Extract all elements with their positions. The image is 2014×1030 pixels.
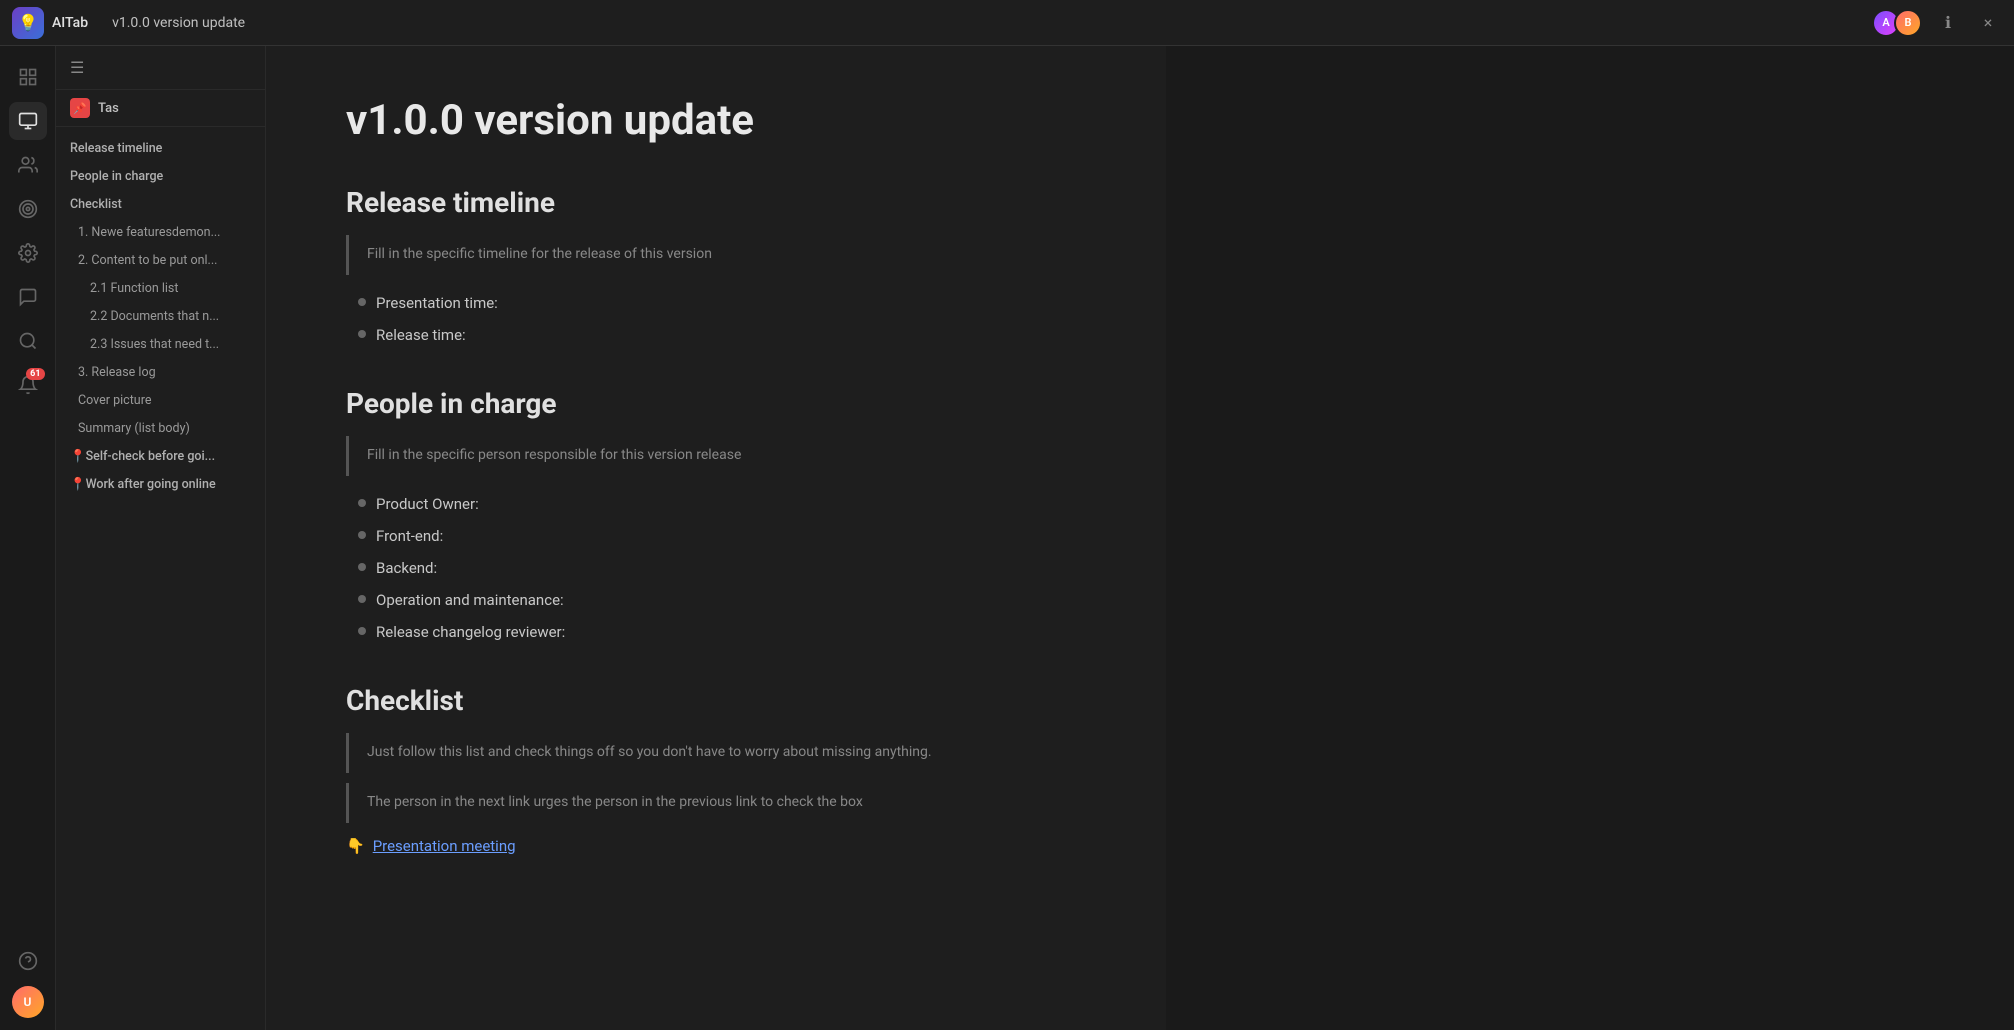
list-item-text: Presentation time: bbox=[376, 291, 498, 315]
bullet-dot bbox=[358, 627, 366, 635]
list-item: Backend: bbox=[358, 552, 1086, 584]
content-area: v1.0.0 version update Release timeline F… bbox=[266, 46, 1166, 1030]
close-icon[interactable]: × bbox=[1974, 9, 2002, 37]
list-item-text: Operation and maintenance: bbox=[376, 588, 564, 612]
checklist-presentation-meeting[interactable]: 👇 Presentation meeting bbox=[346, 833, 1086, 859]
sidebar-workspace[interactable]: 📌 Tas bbox=[56, 90, 265, 127]
sidebar-item-checklist[interactable]: Checklist bbox=[56, 191, 265, 219]
nav-icon-monitor[interactable] bbox=[9, 102, 47, 140]
sidebar-item-issues-that-need[interactable]: 2.3 Issues that need t... bbox=[56, 331, 265, 359]
heading-release-timeline: Release timeline bbox=[346, 186, 1086, 219]
sidebar-item-newe-features[interactable]: 1. Newe featuresdemon... bbox=[56, 219, 265, 247]
list-people-in-charge: Product Owner: Front-end: Backend: Opera… bbox=[358, 488, 1086, 648]
list-item: Front-end: bbox=[358, 520, 1086, 552]
list-item-text: Front-end: bbox=[376, 524, 443, 548]
sidebar-item-content-to-be[interactable]: 2. Content to be put onl... bbox=[56, 247, 265, 275]
bullet-dot bbox=[358, 499, 366, 507]
nav-icon-explore[interactable] bbox=[9, 58, 47, 96]
sidebar-item-release-timeline[interactable]: Release timeline bbox=[56, 135, 265, 163]
sidebar-item-cover-picture[interactable]: Cover picture bbox=[56, 387, 265, 415]
titlebar-actions: A B ℹ × bbox=[1872, 9, 2002, 37]
collapse-icon[interactable]: ☰ bbox=[70, 58, 84, 77]
sidebar-item-self-check[interactable]: 📍Self-check before goi... bbox=[56, 443, 265, 471]
sidebar-header: ☰ bbox=[56, 46, 265, 90]
heading-checklist: Checklist bbox=[346, 684, 1086, 717]
sidebar-item-release-log[interactable]: 3. Release log bbox=[56, 359, 265, 387]
nav-icon-users[interactable] bbox=[9, 146, 47, 184]
sidebar-item-summary[interactable]: Summary (list body) bbox=[56, 415, 265, 443]
bullet-dot bbox=[358, 563, 366, 571]
doc-main-title: v1.0.0 version update bbox=[346, 96, 1086, 146]
info-icon[interactable]: ℹ bbox=[1934, 9, 1962, 37]
bullet-dot bbox=[358, 595, 366, 603]
bullet-dot bbox=[358, 330, 366, 338]
nav-icon-search[interactable] bbox=[9, 322, 47, 360]
checklist-section: Just follow this list and check things o… bbox=[346, 733, 1086, 859]
list-item-text: Release time: bbox=[376, 323, 466, 347]
main-layout: 61 U ☰ 📌 Tas Release timeline People in … bbox=[0, 46, 2014, 1030]
checklist-quote-2: The person in the next link urges the pe… bbox=[346, 783, 1086, 823]
list-item-text: Backend: bbox=[376, 556, 437, 580]
list-item: Operation and maintenance: bbox=[358, 584, 1086, 616]
sidebar: ☰ 📌 Tas Release timeline People in charg… bbox=[56, 46, 266, 1030]
list-release-timeline: Presentation time: Release time: bbox=[358, 287, 1086, 351]
bullet-dot bbox=[358, 531, 366, 539]
nav-icon-settings[interactable] bbox=[9, 234, 47, 272]
workspace-icon: 📌 bbox=[70, 98, 90, 118]
avatar-group: A B bbox=[1872, 9, 1922, 37]
user-avatar[interactable]: U bbox=[12, 986, 44, 1018]
app-logo: 💡 bbox=[12, 7, 44, 39]
avatar-2[interactable]: B bbox=[1894, 9, 1922, 37]
doc-title-bar: v1.0.0 version update bbox=[112, 15, 1872, 31]
sidebar-item-documents-that[interactable]: 2.2 Documents that n... bbox=[56, 303, 265, 331]
list-item-text: Release changelog reviewer: bbox=[376, 620, 565, 644]
list-item: Release time: bbox=[358, 319, 1086, 351]
presentation-meeting-link[interactable]: Presentation meeting bbox=[373, 837, 516, 855]
workspace-label: Tas bbox=[98, 101, 119, 116]
sidebar-item-function-list[interactable]: 2.1 Function list bbox=[56, 275, 265, 303]
list-item: Presentation time: bbox=[358, 287, 1086, 319]
right-panel bbox=[1166, 46, 2014, 1030]
nav-icon-chat[interactable] bbox=[9, 278, 47, 316]
sidebar-item-work-after[interactable]: 📍Work after going online bbox=[56, 471, 265, 499]
titlebar: 💡 AITab v1.0.0 version update A B ℹ × bbox=[0, 0, 2014, 46]
nav-icon-target[interactable] bbox=[9, 190, 47, 228]
app-name: AITab bbox=[52, 15, 88, 31]
nav-icon-help[interactable] bbox=[9, 942, 47, 980]
list-item: Product Owner: bbox=[358, 488, 1086, 520]
bullet-dot bbox=[358, 298, 366, 306]
presentation-meeting-emoji: 👇 bbox=[346, 837, 365, 855]
list-item: Release changelog reviewer: bbox=[358, 616, 1086, 648]
blockquote-people-in-charge: Fill in the specific person responsible … bbox=[346, 436, 1086, 476]
sidebar-nav: Release timeline People in charge Checkl… bbox=[56, 127, 265, 1030]
heading-people-in-charge: People in charge bbox=[346, 387, 1086, 420]
notification-badge: 61 bbox=[26, 368, 44, 380]
nav-icon-notifications[interactable]: 61 bbox=[9, 366, 47, 404]
icon-nav: 61 U bbox=[0, 46, 56, 1030]
checklist-quote-1: Just follow this list and check things o… bbox=[346, 733, 1086, 773]
logo-emoji: 💡 bbox=[18, 13, 38, 32]
list-item-text: Product Owner: bbox=[376, 492, 479, 516]
sidebar-item-people-in-charge[interactable]: People in charge bbox=[56, 163, 265, 191]
blockquote-release-timeline: Fill in the specific timeline for the re… bbox=[346, 235, 1086, 275]
